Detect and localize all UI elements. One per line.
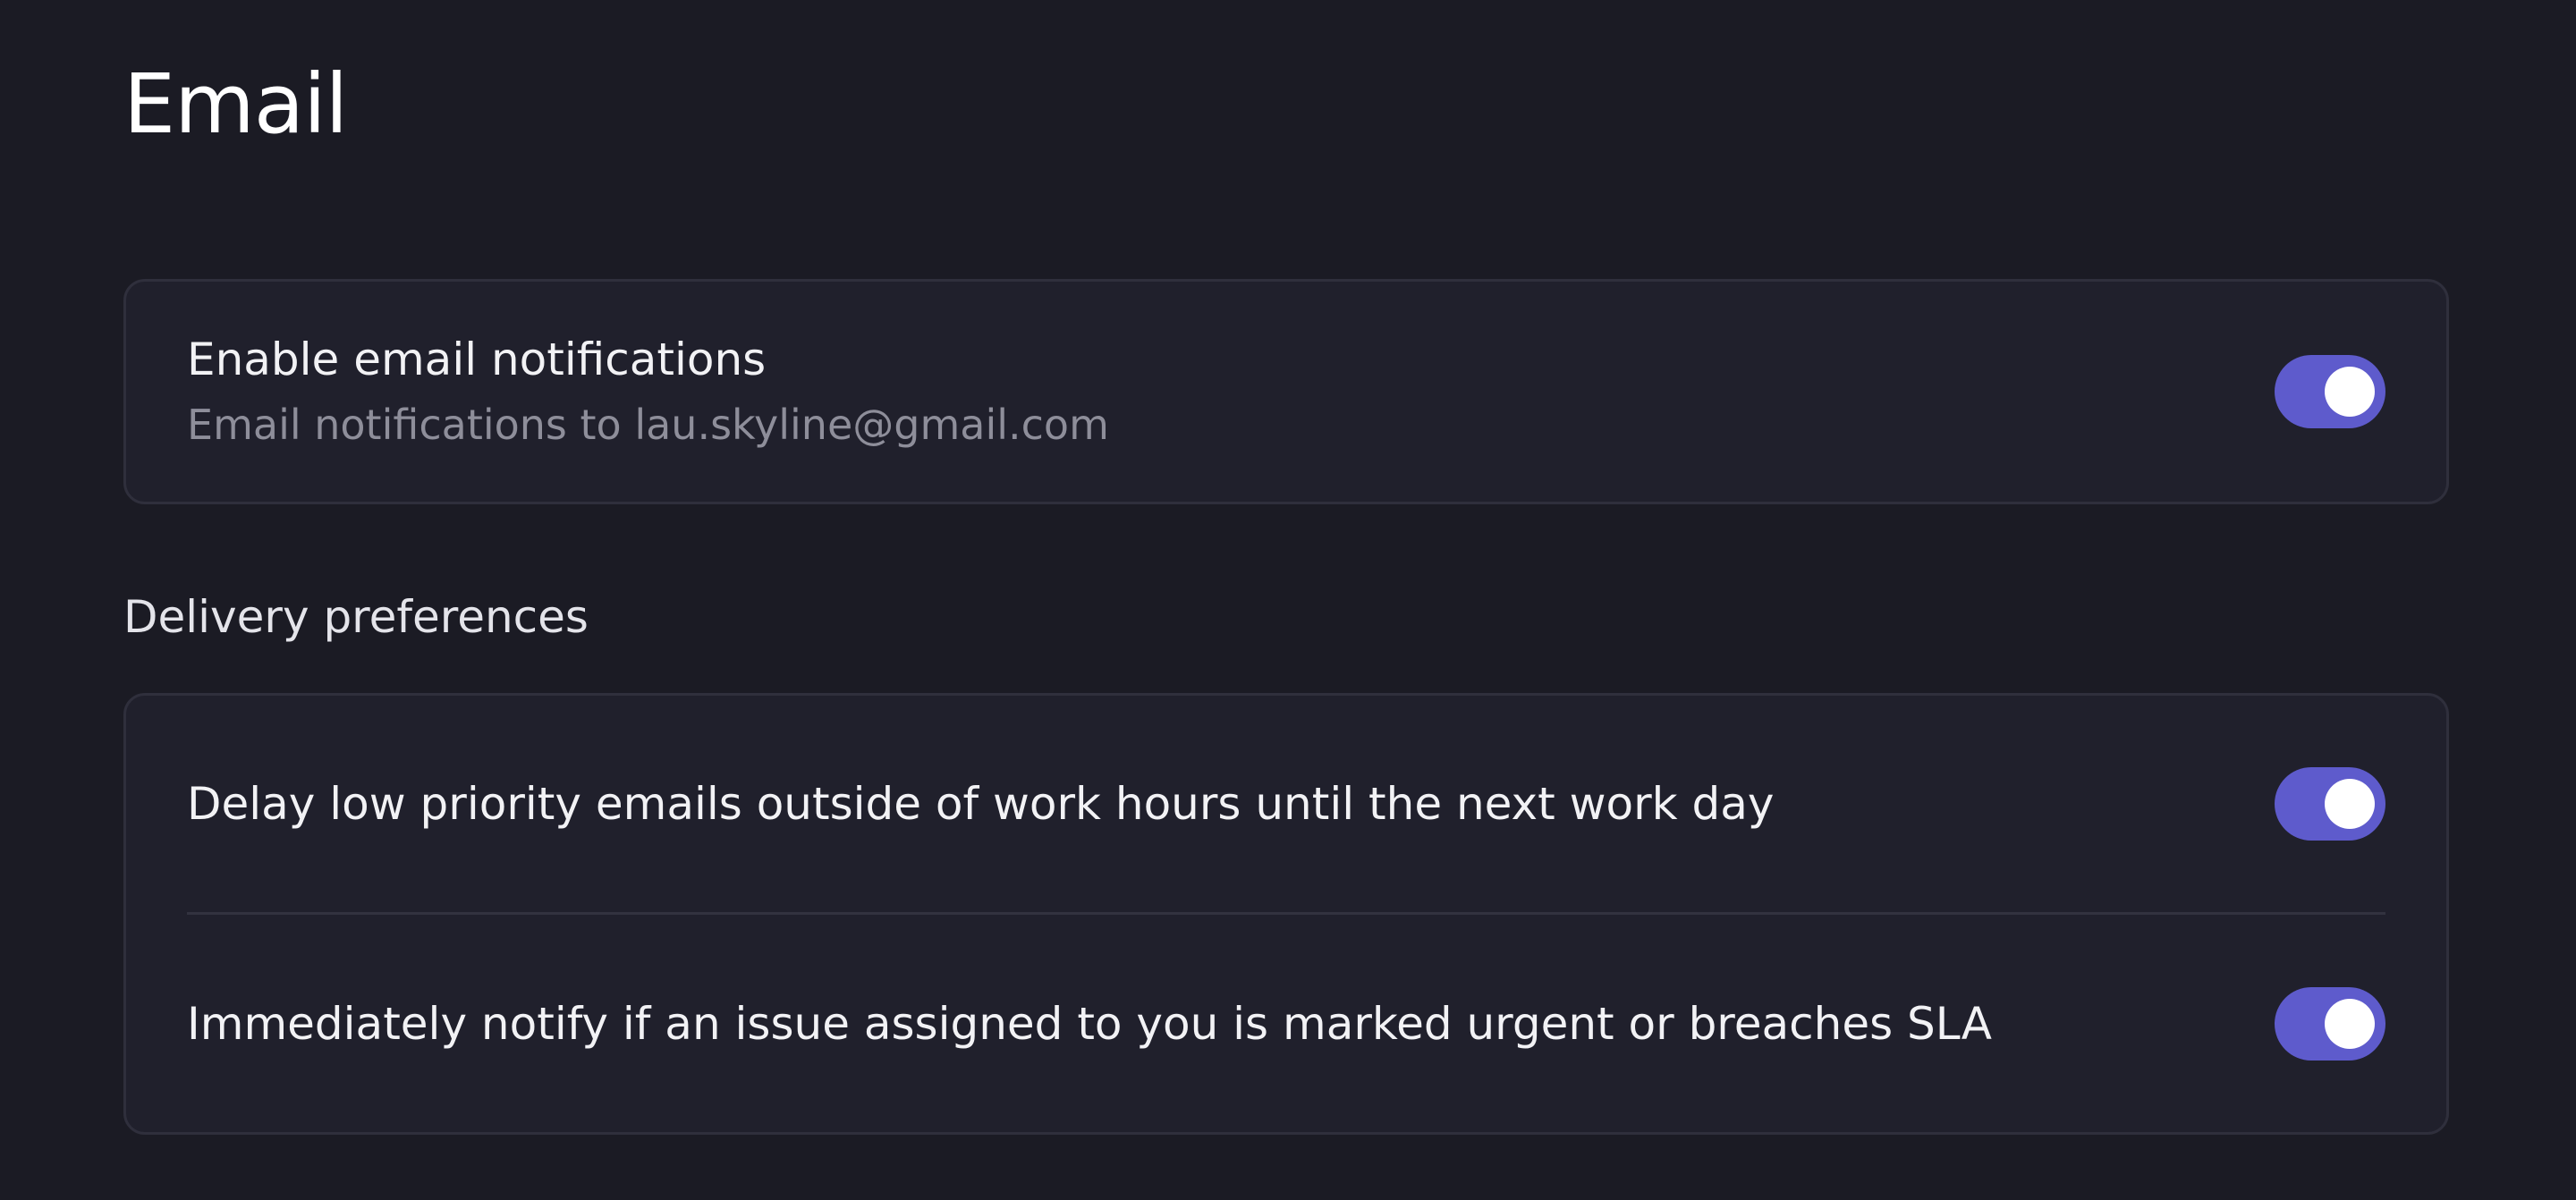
divider (187, 912, 2385, 915)
delivery-preferences-card: Delay low priority emails outside of wor… (123, 693, 2449, 1135)
urgent-notify-row: Immediately notify if an issue assigned … (187, 916, 2385, 1132)
enable-email-title: Enable email notifications (187, 334, 767, 385)
delay-low-priority-label: Delay low priority emails outside of wor… (187, 778, 1775, 830)
enable-email-text: Enable email notifications Email notific… (187, 333, 1109, 451)
email-settings-page: Email Enable email notifications Email n… (0, 0, 2576, 1200)
delay-low-priority-row: Delay low priority emails outside of wor… (187, 696, 2385, 912)
enable-email-row: Enable email notifications Email notific… (187, 282, 2385, 502)
delivery-preferences-heading: Delivery preferences (123, 591, 589, 643)
page-title: Email (123, 56, 348, 152)
toggle-knob (2325, 999, 2375, 1049)
toggle-knob (2325, 779, 2375, 829)
urgent-notify-label: Immediately notify if an issue assigned … (187, 998, 1992, 1050)
enable-email-toggle[interactable] (2275, 355, 2385, 428)
enable-email-card: Enable email notifications Email notific… (123, 279, 2449, 504)
enable-email-subtitle: Email notifications to lau.skyline@gmail… (187, 401, 1109, 449)
urgent-notify-toggle[interactable] (2275, 987, 2385, 1061)
delay-low-priority-toggle[interactable] (2275, 767, 2385, 841)
toggle-knob (2325, 367, 2375, 417)
